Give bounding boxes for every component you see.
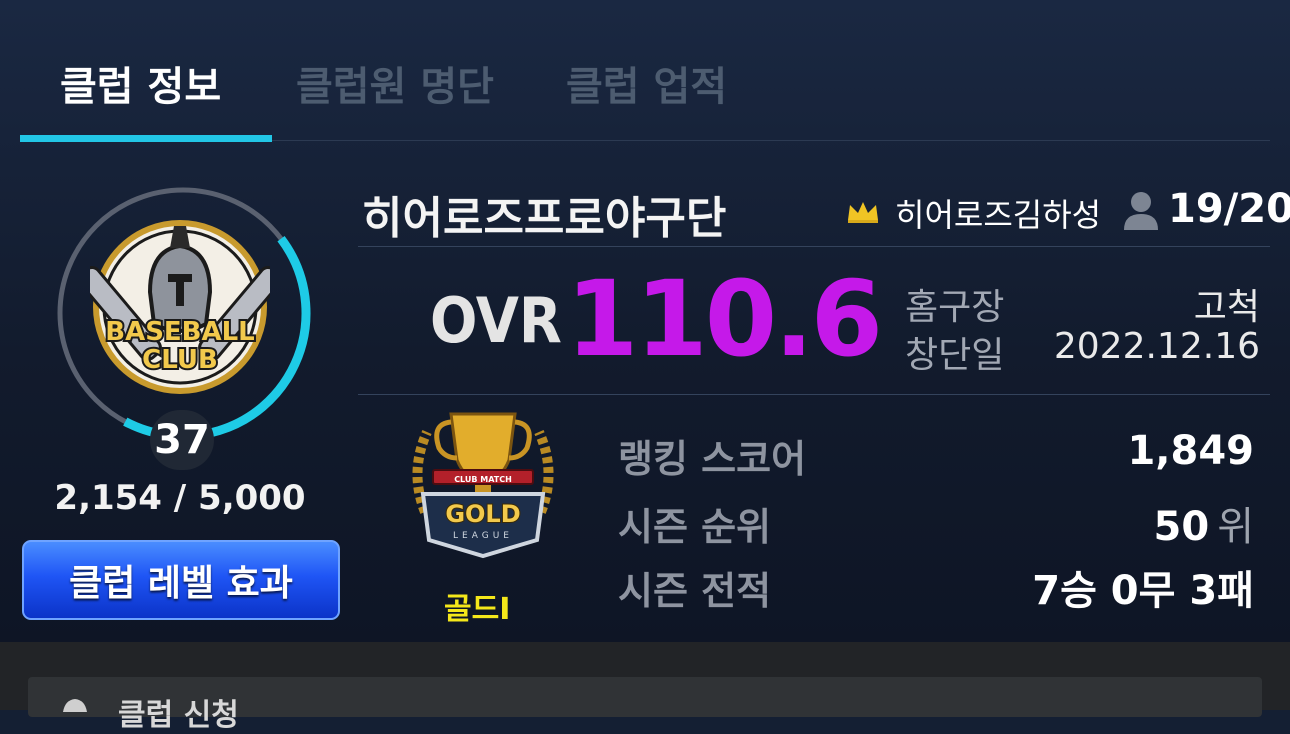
season-rank: 50 위 bbox=[1154, 494, 1254, 552]
season-rank-unit: 위 bbox=[1217, 504, 1254, 550]
season-record-value: 7승 0무 3패 bbox=[1032, 568, 1254, 614]
tab-bar: 클럽 정보 클럽원 명단 클럽 업적 bbox=[20, 40, 1270, 144]
tab-club-members[interactable]: 클럽원 명단 bbox=[296, 54, 494, 112]
member-icon bbox=[1124, 192, 1158, 230]
active-tab-indicator bbox=[20, 135, 272, 142]
founded-date-label: 창단일 bbox=[905, 335, 1005, 376]
badge-top-text: CLUB MATCH bbox=[454, 475, 512, 484]
club-exp-text: 2,154 / 5,000 bbox=[54, 478, 306, 518]
tab-club-achievements[interactable]: 클럽 업적 bbox=[566, 54, 727, 112]
club-level-badge: 37 bbox=[150, 410, 214, 470]
club-name: 히어로즈프로야구단 bbox=[362, 193, 727, 244]
ovr-value: 110.6 bbox=[566, 258, 883, 380]
home-stadium-label: 홈구장 bbox=[905, 287, 1005, 328]
svg-text:BASEBALL: BASEBALL bbox=[105, 317, 255, 347]
svg-text:CLUB: CLUB bbox=[142, 345, 218, 375]
ranking-score-value: 1,849 bbox=[1127, 428, 1254, 474]
ovr-divider bbox=[358, 394, 1270, 395]
gold-tier-badge: CLUB MATCH GOLD LEAGUE bbox=[412, 412, 554, 559]
badge-sub-text: LEAGUE bbox=[453, 531, 513, 541]
home-stadium-value: 고척 bbox=[1193, 287, 1260, 328]
ranking-score-label: 랭킹 스코어 bbox=[618, 437, 807, 481]
club-leader-name: 히어로즈김하성 bbox=[895, 196, 1102, 234]
header-divider bbox=[358, 246, 1270, 247]
club-logo: BASEBALL CLUB bbox=[90, 220, 270, 394]
season-rank-label: 시즌 순위 bbox=[618, 505, 772, 549]
season-record-label: 시즌 전적 bbox=[618, 569, 772, 613]
club-level-effect-button[interactable]: 클럽 레벨 효과 bbox=[22, 540, 340, 620]
tier-name: 골드I bbox=[444, 592, 511, 627]
ovr-label: OVR bbox=[430, 284, 562, 357]
badge-text: GOLD bbox=[445, 500, 520, 528]
member-count: 19/20 bbox=[1168, 186, 1290, 232]
season-rank-value: 50 bbox=[1153, 504, 1210, 550]
founded-date-value: 2022.12.16 bbox=[1053, 326, 1260, 367]
crown-icon bbox=[848, 202, 878, 223]
club-application-label: 클럽 신청 bbox=[118, 698, 239, 733]
tab-club-info[interactable]: 클럽 정보 bbox=[60, 54, 221, 112]
